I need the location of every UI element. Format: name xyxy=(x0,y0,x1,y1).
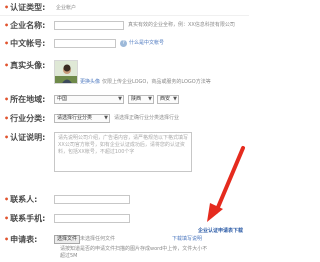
application-label: •申请表: xyxy=(4,235,38,244)
contact-phone-label: •联系手机: xyxy=(4,214,46,223)
application-download-link[interactable]: 企业认证申请表下载 xyxy=(198,228,243,235)
required-icon: • xyxy=(4,61,10,70)
required-icon: • xyxy=(4,39,10,48)
avatar-photo-icon xyxy=(55,61,77,83)
city-value: 西安 xyxy=(160,96,171,102)
city-select[interactable]: 西安 ▼ xyxy=(157,95,179,104)
industry-label: •行业分类: xyxy=(4,114,46,123)
required-icon: • xyxy=(4,95,10,104)
company-name-input[interactable] xyxy=(54,21,124,30)
divider xyxy=(0,15,249,16)
chevron-down-icon: ▼ xyxy=(173,96,177,102)
chevron-down-icon: ▼ xyxy=(118,96,122,102)
fill-instructions-link[interactable]: 下载填写说明 xyxy=(172,236,202,243)
auth-type-label: •认证类型: xyxy=(4,3,46,12)
file-status: 未选择任何文件 xyxy=(80,236,116,242)
required-icon: • xyxy=(4,214,10,223)
chevron-down-icon: ▼ xyxy=(104,115,108,121)
industry-value: 请选择行业分类 xyxy=(57,115,93,121)
choose-file-button[interactable]: 选择文件 xyxy=(54,235,81,244)
required-icon: • xyxy=(4,133,10,142)
required-icon: • xyxy=(4,21,10,30)
avatar-hint: 仅限上传企业LOGO，商品或服务的LOGO方法等 xyxy=(102,79,211,85)
chinese-account-help-link[interactable]: 什么是中文帐号 xyxy=(129,40,164,47)
avatar-image[interactable] xyxy=(54,60,78,84)
company-name-hint: 真实有效的企业全称，例：XX信息科技有限公司 xyxy=(128,22,235,28)
chevron-down-icon: ▼ xyxy=(148,96,152,102)
region-label: •所在地域: xyxy=(4,95,46,104)
contact-person-input[interactable] xyxy=(54,195,130,204)
description-label: •认证说明: xyxy=(4,133,46,142)
province-value: 陕西 xyxy=(131,96,142,102)
avatar-label: •真实头像: xyxy=(4,61,46,70)
province-select[interactable]: 陕西 ▼ xyxy=(128,95,154,104)
required-icon: • xyxy=(4,3,10,12)
required-icon: • xyxy=(4,235,10,244)
auth-type-value: 企业帐户 xyxy=(56,5,77,11)
industry-select[interactable]: 请选择行业分类 ▼ xyxy=(54,114,110,123)
contact-person-label: •联系人: xyxy=(4,195,38,204)
description-textarea[interactable]: 请先说明公司介绍，广告语内容，请严格规范以下格式填写XX公司官方帐号，如有企业认… xyxy=(54,132,192,172)
footer-hint: 请按知道是否的申请文件扫描的图片存成word中上传，文件大小不超过5M xyxy=(60,246,208,259)
change-avatar-link[interactable]: 更换头像 xyxy=(80,79,100,86)
required-icon: • xyxy=(4,195,10,204)
country-select[interactable]: 中国 ▼ xyxy=(54,95,124,104)
contact-phone-input[interactable] xyxy=(54,214,130,223)
country-value: 中国 xyxy=(57,96,68,102)
chinese-account-label: •中文帐号: xyxy=(4,39,46,48)
industry-hint: 请选择正确行业分类选择行业 xyxy=(114,115,180,121)
chinese-account-input[interactable] xyxy=(54,39,116,48)
help-icon[interactable]: ? xyxy=(120,40,127,47)
required-icon: • xyxy=(4,114,10,123)
company-name-label: •企业名称: xyxy=(4,21,46,30)
